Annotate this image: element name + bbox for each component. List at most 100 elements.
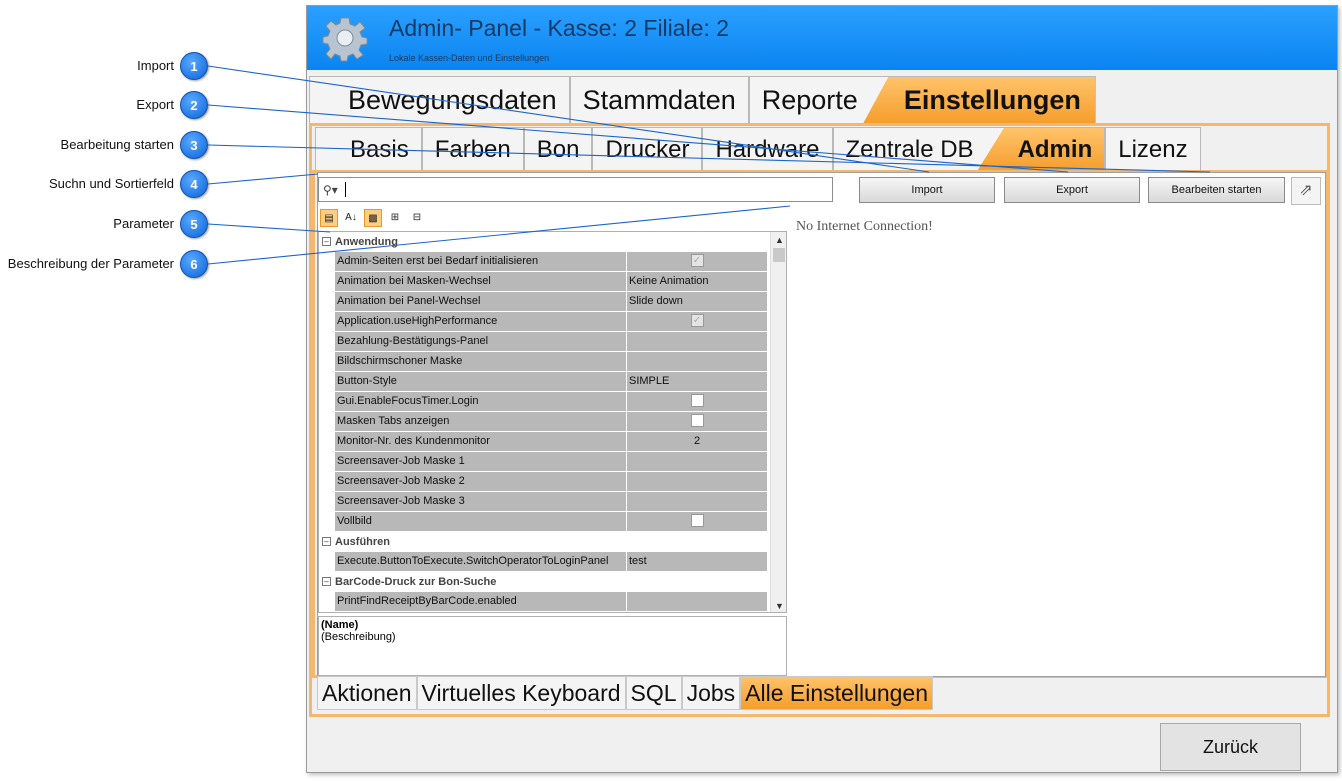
property-value[interactable] (627, 412, 767, 432)
text-caret (345, 182, 346, 197)
vertical-scrollbar[interactable]: ▲ ▼ (770, 232, 786, 612)
group-barcode-druck[interactable]: – BarCode-Druck zur Bon-Suche (319, 572, 786, 592)
window-subtitle: Lokale Kassen-Daten und Einstellungen (389, 53, 550, 63)
property-row[interactable]: Animation bei Panel-Wechsel Slide down (335, 292, 786, 312)
property-row[interactable]: Execute.ButtonToExecute.SwitchOperatorTo… (335, 552, 786, 572)
property-row[interactable]: Screensaver-Job Maske 1 (335, 452, 786, 472)
group-anwendung[interactable]: – Anwendung (319, 232, 786, 252)
callout-label: Beschreibung der Parameter (7, 256, 174, 271)
alphabetical-sort-icon[interactable]: A↓ (342, 209, 360, 227)
admin-content-panel: ⚲▾ Import Export Bearbeiten starten ⇗ ▤ … (317, 172, 1326, 677)
checkbox[interactable] (690, 393, 704, 407)
tab-farben[interactable]: Farben (421, 127, 524, 172)
checkbox[interactable] (690, 413, 704, 427)
tab-hardware[interactable]: Hardware (702, 127, 833, 172)
checkbox[interactable] (690, 513, 704, 527)
property-row[interactable]: Button-Style SIMPLE (335, 372, 786, 392)
tab-stammdaten[interactable]: Stammdaten (569, 76, 749, 124)
property-row[interactable]: Masken Tabs anzeigen (335, 412, 786, 432)
property-name: Screensaver-Job Maske 1 (335, 452, 627, 472)
export-button[interactable]: Export (1004, 177, 1140, 203)
open-external-icon[interactable]: ⇗ (1291, 177, 1321, 205)
import-button[interactable]: Import (859, 177, 995, 203)
property-name: Screensaver-Job Maske 3 (335, 492, 627, 512)
tab-jobs[interactable]: Jobs (681, 676, 741, 710)
checkbox-checked-disabled: ✓ (690, 313, 704, 327)
collapse-icon[interactable]: – (322, 237, 331, 246)
callout-parameter: Parameter 5 (0, 210, 210, 238)
property-value[interactable]: 2 (627, 432, 767, 452)
tab-bewegungsdaten[interactable]: Bewegungsdaten (309, 76, 570, 124)
group-ausfuehren[interactable]: – Ausführen (319, 532, 786, 552)
callout-badge: 2 (180, 91, 208, 119)
tab-virtuelles-keyboard[interactable]: Virtuelles Keyboard (416, 676, 626, 710)
property-name: Bildschirmschoner Maske (335, 352, 627, 372)
description-text: (Beschreibung) (321, 631, 396, 643)
callout-export: Export 2 (0, 91, 210, 119)
property-pages-icon[interactable]: ▩ (364, 209, 382, 227)
tab-basis[interactable]: Basis (315, 127, 422, 172)
window-title: Admin- Panel - Kasse: 2 Filiale: 2 (389, 15, 730, 41)
property-value[interactable] (627, 392, 767, 412)
property-row[interactable]: Vollbild (335, 512, 786, 532)
group-title: BarCode-Druck zur Bon-Suche (335, 576, 497, 588)
edit-start-button[interactable]: Bearbeiten starten (1148, 177, 1285, 203)
property-value[interactable]: Slide down (627, 292, 767, 312)
tab-sql[interactable]: SQL (625, 676, 682, 710)
gear-icon (322, 17, 368, 62)
callout-badge: 6 (180, 250, 208, 278)
bottom-tabs: Aktionen Virtuelles Keyboard SQL Jobs Al… (317, 676, 934, 710)
property-row[interactable]: Gui.EnableFocusTimer.Login (335, 392, 786, 412)
collapse-icon[interactable]: – (322, 537, 331, 546)
property-value[interactable]: ✓ (627, 312, 767, 332)
property-value[interactable] (627, 472, 767, 492)
property-name: Bezahlung-Bestätigungs-Panel (335, 332, 627, 352)
property-row[interactable]: Monitor-Nr. des Kundenmonitor 2 (335, 432, 786, 452)
collapse-all-icon[interactable]: ⊟ (408, 209, 426, 227)
property-value[interactable]: ✓ (627, 252, 767, 272)
property-name: Application.useHighPerformance (335, 312, 627, 332)
callout-badge: 3 (180, 131, 208, 159)
property-row[interactable]: Screensaver-Job Maske 2 (335, 472, 786, 492)
property-name: Admin-Seiten erst bei Bedarf initialisie… (335, 252, 627, 272)
property-value[interactable]: SIMPLE (627, 372, 767, 392)
scroll-down-icon[interactable]: ▼ (771, 598, 786, 612)
callout-label: Parameter (113, 216, 174, 231)
property-grid: – Anwendung Admin-Seiten erst bei Bedarf … (318, 231, 787, 613)
property-value[interactable] (627, 352, 767, 372)
property-row[interactable]: Bildschirmschoner Maske (335, 352, 786, 372)
tab-alle-einstellungen[interactable]: Alle Einstellungen (740, 676, 934, 710)
property-value[interactable] (627, 452, 767, 472)
property-row[interactable]: Application.useHighPerformance ✓ (335, 312, 786, 332)
property-value[interactable] (627, 512, 767, 532)
callout-badge: 4 (180, 170, 208, 198)
callout-badge: 1 (180, 52, 208, 80)
property-value[interactable] (627, 332, 767, 352)
main-tabs: Bewegungsdaten Stammdaten Reporte Einste… (309, 76, 1096, 124)
tab-drucker[interactable]: Drucker (592, 127, 703, 172)
description-name: (Name) (321, 619, 359, 631)
expand-all-icon[interactable]: ⊞ (386, 209, 404, 227)
property-name: Animation bei Masken-Wechsel (335, 272, 627, 292)
collapse-icon[interactable]: – (322, 577, 331, 586)
property-row[interactable]: Animation bei Masken-Wechsel Keine Animat… (335, 272, 786, 292)
property-value[interactable]: test (627, 552, 767, 572)
tab-einstellungen[interactable]: Einstellungen (862, 76, 1096, 124)
tab-lizenz[interactable]: Lizenz (1105, 127, 1201, 172)
tab-aktionen[interactable]: Aktionen (317, 676, 417, 710)
property-row[interactable]: PrintFindReceiptByBarCode.enabled (335, 592, 786, 612)
categorized-view-icon[interactable]: ▤ (320, 209, 338, 227)
back-button[interactable]: Zurück (1160, 723, 1301, 771)
property-row[interactable]: Screensaver-Job Maske 3 (335, 492, 786, 512)
property-value[interactable]: Keine Animation (627, 272, 767, 292)
tab-bon[interactable]: Bon (523, 127, 593, 172)
property-row[interactable]: Admin-Seiten erst bei Bedarf initialisie… (335, 252, 786, 272)
scroll-up-icon[interactable]: ▲ (771, 232, 786, 248)
search-input[interactable]: ⚲▾ (318, 177, 833, 202)
property-row[interactable]: Bezahlung-Bestätigungs-Panel (335, 332, 786, 352)
property-value[interactable] (627, 592, 767, 612)
property-value[interactable] (627, 492, 767, 512)
tab-zentrale-db[interactable]: Zentrale DB (832, 127, 1005, 172)
scroll-thumb[interactable] (773, 248, 785, 262)
callout-badge: 5 (180, 210, 208, 238)
